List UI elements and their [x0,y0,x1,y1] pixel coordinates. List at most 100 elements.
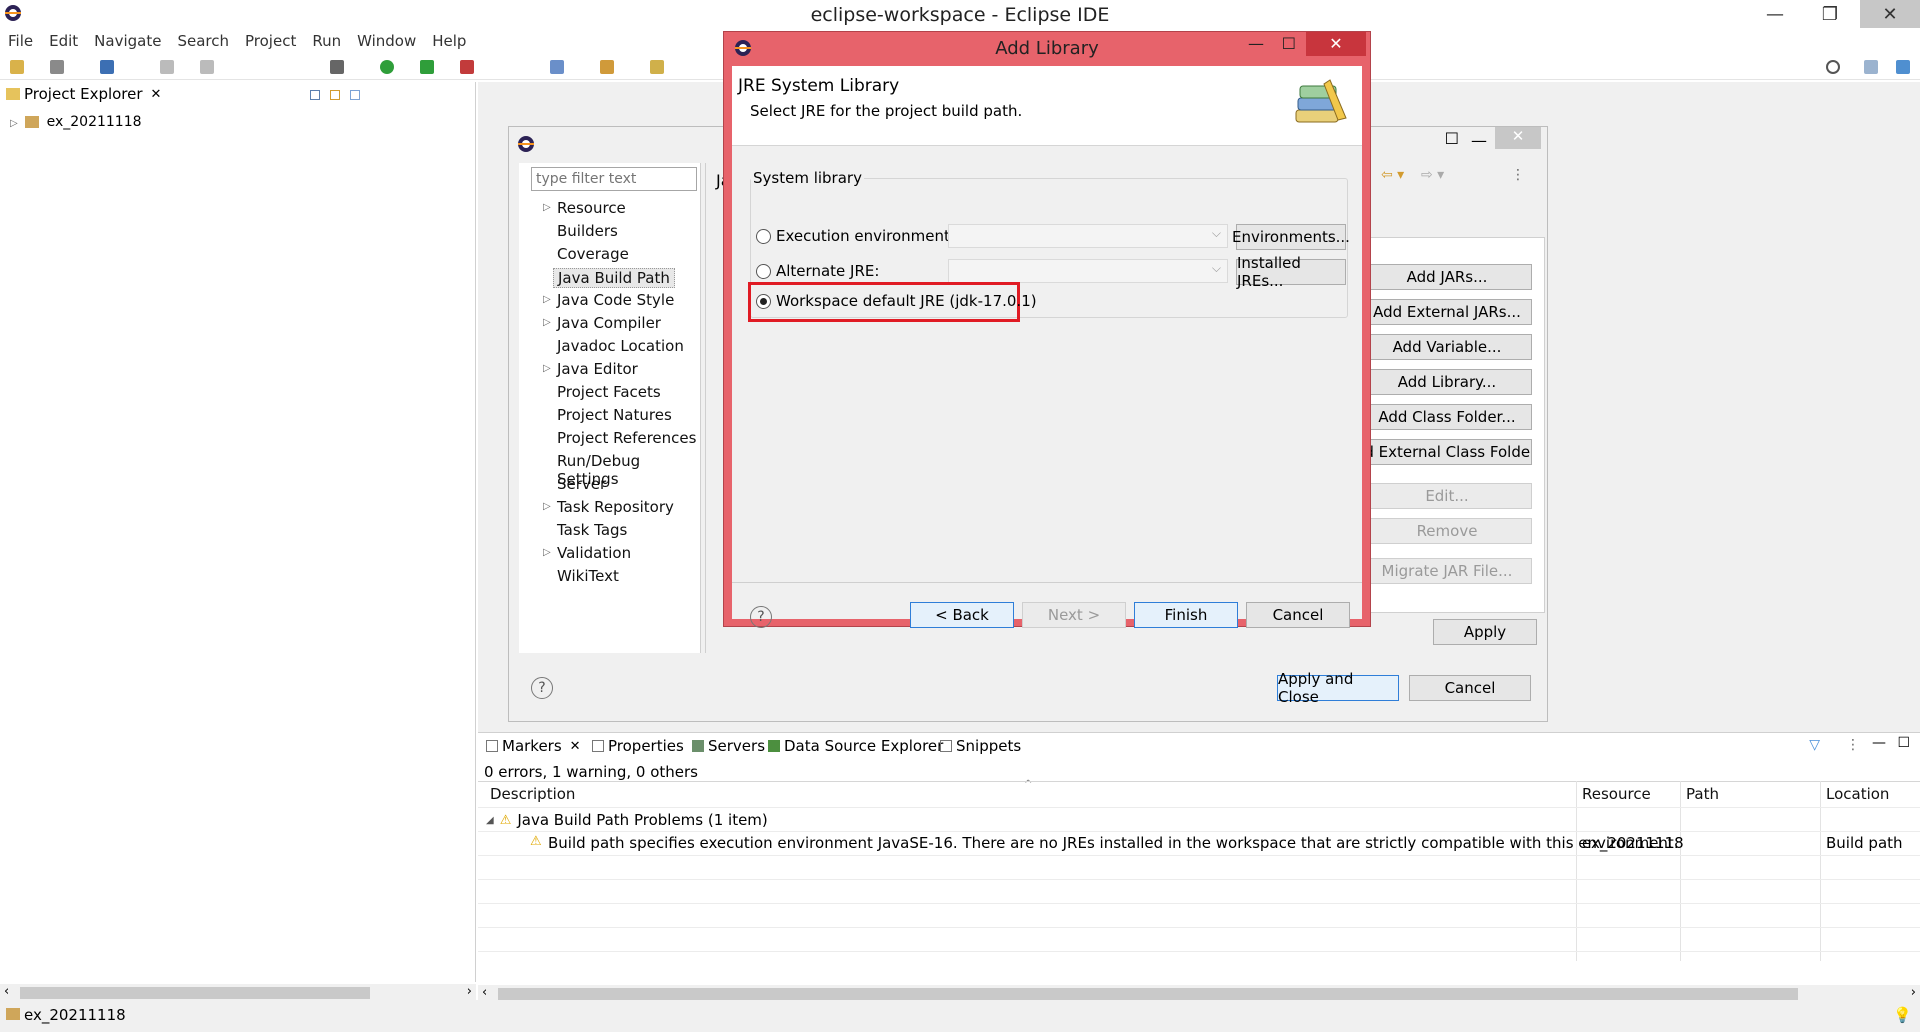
java-perspective-icon[interactable] [1896,60,1910,74]
col-path[interactable]: Path [1686,785,1719,803]
view-maximize-icon[interactable]: ☐ [1897,735,1910,751]
menu-run[interactable]: Run [304,30,349,52]
category-item[interactable]: Java Compiler [557,314,661,332]
expand-arrow-icon[interactable]: ▷ [543,294,551,305]
tab-servers[interactable]: Servers [692,737,765,755]
build-path-action-button[interactable]: Edit... [1362,483,1532,509]
scroll-right-icon[interactable]: › [467,984,472,999]
environments-button[interactable]: Environments... [1232,224,1350,250]
view-menu-icon[interactable]: ⋮ [1511,167,1525,183]
category-item[interactable]: Builders [557,222,618,240]
category-item[interactable]: Javadoc Location [557,337,684,355]
build-path-action-button[interactable]: Add Library... [1362,369,1532,395]
tab-properties[interactable]: Properties [592,737,684,755]
tab-data-source-explorer[interactable]: Data Source Explorer [768,737,943,755]
collapse-all-icon[interactable] [310,90,320,100]
menu-search[interactable]: Search [169,30,237,52]
scroll-left-icon[interactable]: ‹ [4,984,9,999]
menu-edit[interactable]: Edit [41,30,86,52]
open-perspective-icon[interactable] [1864,60,1878,74]
group-row[interactable]: ◢ ⚠ Java Build Path Problems (1 item) [486,811,768,829]
menu-window[interactable]: Window [349,30,424,52]
category-item[interactable]: Java Editor [557,360,638,378]
tab-markers[interactable]: Markers ✕ [486,737,581,755]
resume-icon[interactable] [160,60,174,74]
expand-arrow-icon[interactable]: ▷ [543,202,551,213]
props-cancel-button[interactable]: Cancel [1409,675,1531,701]
scroll-thumb[interactable] [498,988,1798,1000]
menu-help[interactable]: Help [424,30,474,52]
category-item[interactable]: Validation [557,544,631,562]
category-item[interactable]: Project Natures [557,406,672,424]
debug-icon[interactable] [330,60,344,74]
scroll-right-icon[interactable]: › [1911,985,1916,1000]
build-path-action-button[interactable]: Add JARs... [1362,264,1532,290]
view-menu-icon[interactable]: ⋮ [1846,737,1860,753]
addlib-cancel-button[interactable]: Cancel [1246,602,1350,628]
close-window-button[interactable]: ✕ [1860,0,1920,28]
col-description[interactable]: Description [490,785,575,803]
collapse-arrow-icon[interactable]: ◢ [486,815,494,826]
expand-arrow-icon[interactable]: ▷ [543,547,551,558]
filter-icon[interactable] [350,90,360,100]
scroll-thumb[interactable] [20,987,370,999]
props-close-button[interactable]: ✕ [1495,127,1541,149]
installed-jres-button[interactable]: Installed JREs... [1236,254,1346,290]
addlib-minimize-button[interactable]: — [1248,34,1264,53]
category-item[interactable]: Server [557,475,606,493]
tip-bulb-icon[interactable]: 💡 [1893,1006,1912,1024]
build-path-action-button[interactable]: Migrate JAR File... [1362,558,1532,584]
category-item[interactable]: Coverage [557,245,629,263]
finish-button[interactable]: Finish [1134,602,1238,628]
stop-icon[interactable] [200,60,214,74]
expand-arrow-icon[interactable]: ▷ [543,317,551,328]
tree-item-project[interactable]: ▷ ex_20211118 [10,112,142,132]
category-item[interactable]: Project Facets [557,383,661,401]
exec-env-radio[interactable] [756,229,771,244]
props-minimize-button[interactable]: — [1471,131,1487,150]
category-item[interactable]: Task Repository [557,498,674,516]
view-minimize-icon[interactable]: — [1872,735,1886,751]
help-icon[interactable]: ? [531,677,553,699]
expand-arrow-icon[interactable]: ▷ [10,118,18,129]
exec-env-combo[interactable] [948,224,1228,248]
apply-and-close-button[interactable]: Apply and Close [1277,670,1399,706]
category-item[interactable]: Resource [557,199,626,217]
category-item[interactable]: WikiText [557,567,619,585]
back-button[interactable]: < Back [910,602,1014,628]
build-path-action-button[interactable]: Remove [1362,518,1532,544]
link-editor-icon[interactable] [330,90,340,100]
expand-arrow-icon[interactable]: ▷ [543,363,551,374]
tab-snippets[interactable]: Snippets [940,737,1021,755]
restore-button[interactable]: ❐ [1800,0,1860,28]
filter-input[interactable] [531,167,697,191]
build-path-action-button[interactable]: Add Class Folder... [1362,404,1532,430]
next-button[interactable]: Next > [1022,602,1126,628]
col-location[interactable]: Location [1826,785,1889,803]
category-item[interactable]: Java Code Style [557,291,674,309]
new-java-project-icon[interactable] [550,60,564,74]
scroll-left-icon[interactable]: ‹ [482,985,487,1000]
run-icon[interactable] [380,60,394,74]
close-tab-icon[interactable]: ✕ [151,87,162,102]
open-type-icon[interactable] [600,60,614,74]
wizard-help-icon[interactable]: ? [750,606,772,628]
filter-icon[interactable]: ▽ [1809,737,1820,753]
menu-file[interactable]: File [0,30,41,52]
terminal-icon[interactable] [100,60,114,74]
back-nav-icon[interactable]: ⇦ ▾ [1381,167,1421,183]
category-item[interactable]: Task Tags [557,521,627,539]
new-icon[interactable] [10,60,24,74]
addlib-close-button[interactable]: ✕ [1306,32,1366,56]
table-row[interactable]: ⚠ Build path specifies execution environ… [478,833,1920,855]
props-maximize-button[interactable]: ☐ [1445,129,1459,148]
expand-arrow-icon[interactable]: ▷ [543,501,551,512]
build-path-action-button[interactable]: Add External Class Folder... [1362,439,1532,465]
external-tools-icon[interactable] [460,60,474,74]
menu-navigate[interactable]: Navigate [86,30,169,52]
build-path-action-button[interactable]: Add Variable... [1362,334,1532,360]
col-resource[interactable]: Resource [1582,785,1651,803]
apply-button[interactable]: Apply [1433,619,1537,645]
forward-nav-icon[interactable]: ⇨ ▾ [1421,167,1461,183]
save-icon[interactable] [50,60,64,74]
